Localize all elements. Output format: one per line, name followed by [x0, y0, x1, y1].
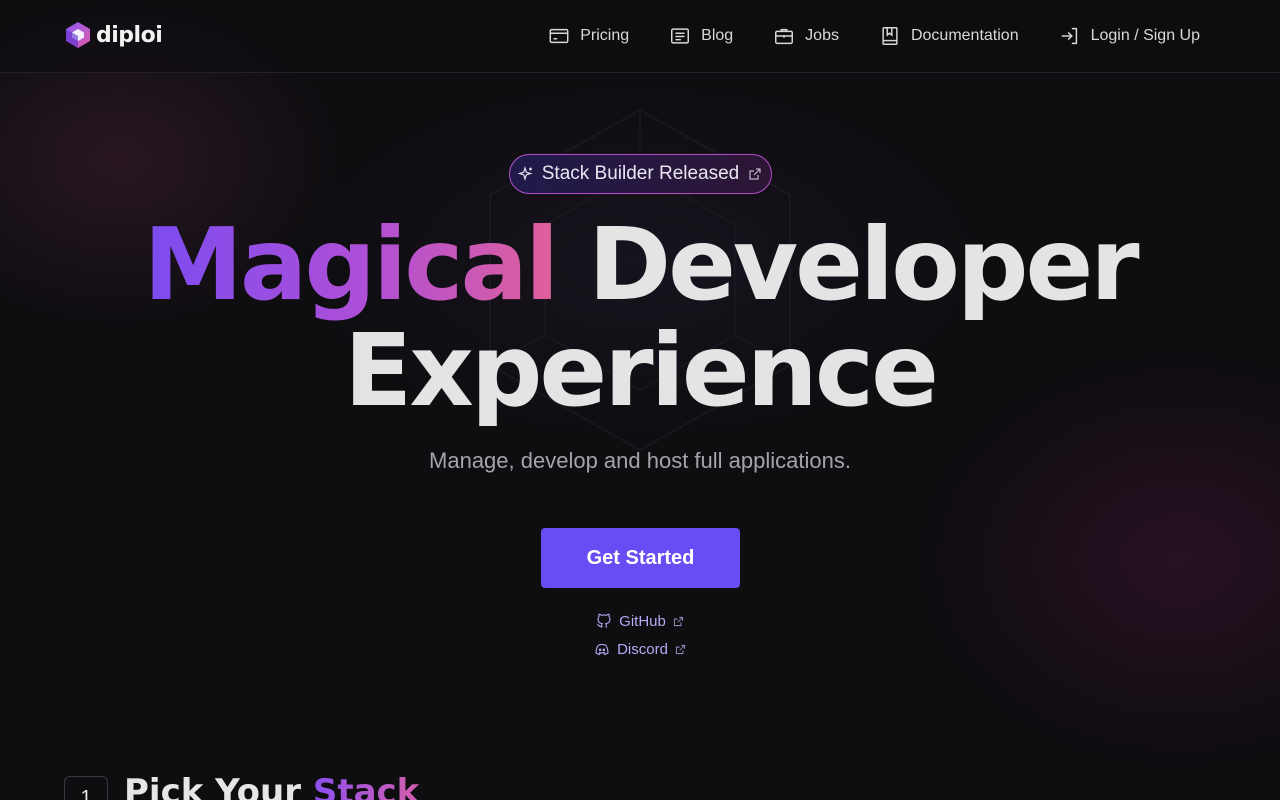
brand-logo[interactable]: diploi	[64, 20, 163, 50]
section-title-accent: Stack	[313, 772, 419, 800]
blog-article-icon	[671, 28, 690, 44]
nav-item-label: Documentation	[910, 27, 1019, 44]
nav-item-label: Login / Sign Up	[1090, 27, 1200, 44]
diploi-logo-icon	[66, 22, 90, 48]
briefcase-icon	[775, 28, 794, 45]
top-navigation-bar: diploi Pricing Blog Jobs Documentation L…	[0, 0, 1280, 73]
hero-subtitle: Manage, develop and host full applicatio…	[429, 448, 851, 473]
step-number-badge: 1	[64, 776, 108, 800]
nav-item-documentation[interactable]: Documentation	[879, 25, 1019, 47]
nav-item-login[interactable]: Login / Sign Up	[1059, 25, 1200, 47]
discord-link[interactable]: Discord	[0, 640, 1280, 658]
external-link-icon	[673, 616, 683, 626]
nav-item-label: Jobs	[805, 27, 839, 44]
nav-item-label: Blog	[701, 27, 734, 44]
pricing-card-icon	[549, 28, 569, 44]
section-title: Pick Your Stack	[124, 772, 419, 800]
section-title-prefix: Pick Your	[124, 772, 313, 800]
sparkle-icon	[517, 166, 533, 182]
brand-name: diploi	[96, 22, 163, 48]
release-badge-label: Stack Builder Released	[541, 163, 740, 184]
github-link[interactable]: GitHub	[0, 612, 1280, 630]
hero-headline-line2: Experience	[344, 312, 939, 429]
github-link-label: GitHub	[619, 612, 666, 630]
login-arrow-icon	[1061, 27, 1077, 45]
hero-headline-accent: Magical	[143, 206, 559, 323]
main-nav: Pricing Blog Jobs Documentation Login / …	[548, 22, 1200, 50]
external-link-icon	[749, 168, 761, 180]
nav-item-label: Pricing	[580, 27, 630, 44]
github-icon	[597, 613, 611, 628]
book-icon	[882, 27, 898, 45]
nav-item-blog[interactable]: Blog	[669, 25, 733, 47]
discord-icon	[595, 643, 609, 656]
release-badge[interactable]: Stack Builder Released	[509, 154, 772, 194]
external-link-icon	[675, 644, 686, 654]
get-started-button[interactable]: Get Started	[541, 528, 740, 588]
discord-link-label: Discord	[617, 640, 668, 658]
nav-item-pricing[interactable]: Pricing	[548, 25, 629, 47]
hero-headline-line1: Magical Developer	[0, 212, 1280, 318]
nav-item-jobs[interactable]: Jobs	[773, 25, 839, 47]
hero-headline-rest: Developer	[556, 206, 1140, 323]
